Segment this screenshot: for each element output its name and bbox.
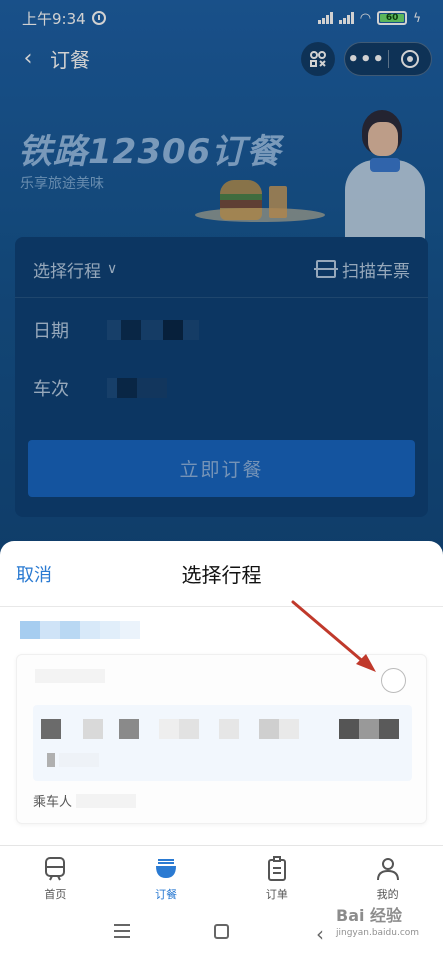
- tab-orders[interactable]: 订单: [222, 846, 333, 910]
- redacted-trip-stations: [41, 719, 399, 739]
- tab-label: 首页: [44, 888, 67, 901]
- trip-info-box: [33, 705, 412, 781]
- watermark-url: jingyan.baidu.com: [336, 928, 420, 938]
- train-icon: [45, 857, 66, 881]
- tab-label: 订餐: [155, 888, 178, 901]
- redacted-trip-date: [35, 669, 105, 683]
- bottom-tabbar: 首页 订餐 订单 我的: [0, 845, 443, 910]
- baidu-watermark: Bai 经验 jingyan.baidu.com: [336, 902, 441, 952]
- sheet-title: 选择行程: [181, 563, 262, 587]
- home-icon[interactable]: [214, 924, 229, 939]
- person-icon: [376, 858, 399, 881]
- food-bowl-icon: [156, 859, 177, 878]
- tab-order-food[interactable]: 订餐: [111, 846, 222, 910]
- watermark-text: Bai 经验: [336, 906, 403, 925]
- trip-item[interactable]: 乘车人: [16, 654, 427, 824]
- redacted-trip-detail: [47, 753, 99, 767]
- tab-mine[interactable]: 我的: [332, 846, 443, 910]
- tab-home[interactable]: 首页: [0, 846, 111, 910]
- menu-icon[interactable]: [114, 924, 130, 938]
- trip-radio-button[interactable]: [381, 668, 406, 693]
- tab-label: 订单: [265, 888, 288, 901]
- sheet-header: 取消 选择行程: [0, 541, 443, 607]
- cancel-button[interactable]: 取消: [16, 561, 52, 587]
- system-back-icon[interactable]: ‹: [316, 922, 324, 946]
- passenger-row: 乘车人: [33, 791, 137, 810]
- redacted-trip-label: [20, 621, 140, 639]
- redacted-passenger: [76, 793, 137, 808]
- passenger-label: 乘车人: [33, 795, 73, 810]
- order-list-icon: [267, 856, 286, 881]
- tab-label: 我的: [376, 888, 399, 901]
